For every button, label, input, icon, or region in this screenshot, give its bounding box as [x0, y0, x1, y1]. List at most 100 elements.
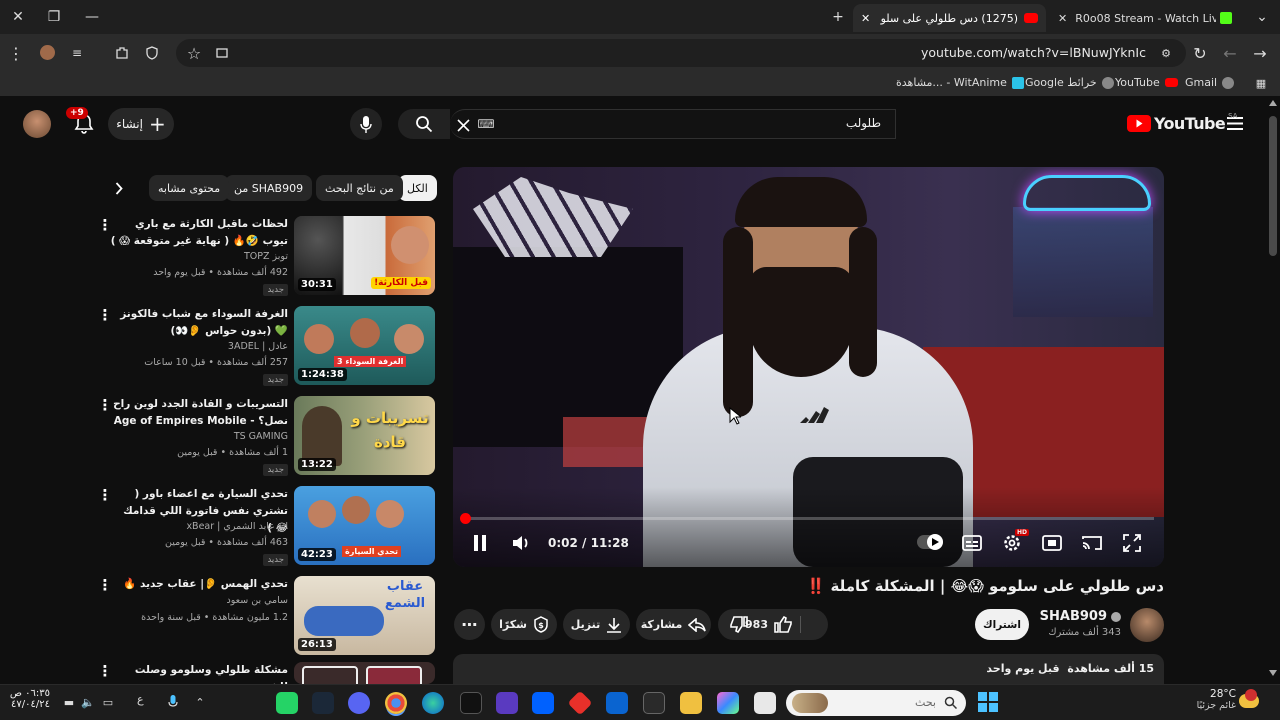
more-options-icon[interactable]: ⋮ — [98, 576, 113, 594]
progress-bar[interactable] — [460, 513, 1154, 524]
channel-name[interactable]: عادل | 3ADEL — [228, 341, 288, 352]
video-title[interactable]: الغرفة السوداء مع شباب فالكونز 💚 (بدون ح… — [108, 306, 288, 340]
taskbar-app-store-icon[interactable] — [643, 692, 665, 714]
video-title[interactable]: تحدي الهمس 👂| عقاب جديد 🔥 — [108, 576, 288, 593]
taskbar-app-copilot-icon[interactable] — [717, 692, 739, 714]
channel-name[interactable]: SHAB909 — [1040, 609, 1107, 624]
share-button[interactable]: مشاركة — [636, 609, 711, 640]
scroll-thumb[interactable] — [1269, 116, 1277, 256]
chip-all[interactable]: الكل — [398, 175, 437, 201]
channel-name-row[interactable]: SHAB909 — [1040, 609, 1121, 624]
reload-icon[interactable]: ↻ — [1192, 44, 1208, 63]
install-app-icon[interactable] — [214, 45, 230, 61]
video-thumbnail[interactable]: تحدي السيارة 42:23 — [294, 486, 435, 565]
list-item[interactable]: الغرفة السوداء 3 1:24:38 الغرفة السوداء … — [95, 306, 435, 388]
list-item[interactable]: مشكلة طلولي وسلومو وصلت للشتم ومين ⋮ — [95, 662, 435, 684]
channel-name[interactable]: ابو عابد الشمري | xBear — [186, 521, 288, 532]
chip-search-results[interactable]: من نتائج البحث — [316, 175, 403, 201]
taskbar-app-files-icon[interactable] — [754, 692, 776, 714]
input-language[interactable]: ع — [137, 693, 144, 706]
tray-battery-icon[interactable]: ▬ — [60, 694, 78, 710]
bookmark-youtube[interactable]: YouTube — [1115, 76, 1178, 89]
video-player[interactable]: 0:02 / 11:28 HD — [453, 167, 1164, 567]
maximize-window-icon[interactable]: ❐ — [36, 0, 72, 34]
taskbar-app-chrome-icon[interactable] — [385, 692, 407, 714]
taskbar-app-outlook-icon[interactable] — [606, 692, 628, 714]
weather-text[interactable]: 28°C غائم جزئيًا — [1197, 688, 1236, 711]
youtube-logo[interactable]: YouTube SA — [1127, 112, 1238, 133]
menu-dots-icon[interactable]: ⋮ — [8, 44, 24, 63]
subscribe-button[interactable]: اشتراك — [975, 609, 1029, 640]
taskbar-app-explorer-icon[interactable] — [680, 692, 702, 714]
volume-button[interactable] — [511, 533, 533, 553]
fullscreen-button[interactable] — [1121, 533, 1143, 553]
progress-knob[interactable] — [460, 513, 472, 524]
new-tab-icon[interactable]: + — [820, 0, 856, 34]
miniplayer-button[interactable] — [1041, 534, 1063, 552]
page-scrollbar[interactable] — [1266, 96, 1280, 684]
description-box[interactable]: 15 ألف مشاهدة قبل يوم واحد — [453, 654, 1164, 684]
weather-widget[interactable] — [1236, 689, 1262, 715]
cast-button[interactable] — [1081, 534, 1103, 552]
tab-stream[interactable]: ✕ R0o08 Stream - Watch Live on — [1050, 4, 1240, 32]
taskbar-app-edge-icon[interactable] — [422, 692, 444, 714]
channel-name[interactable]: سامي بن سعود — [227, 595, 288, 606]
reading-list-icon[interactable]: ≡ — [69, 44, 85, 62]
scroll-down-icon[interactable] — [1269, 670, 1277, 676]
chip-from-channel[interactable]: من SHAB909 — [225, 175, 313, 201]
more-options-icon[interactable]: ⋮ — [98, 306, 113, 324]
more-options-icon[interactable]: ⋮ — [98, 396, 113, 414]
channel-name[interactable]: توبز TOPZ — [244, 251, 288, 262]
tab-search-icon[interactable]: ⌄ — [1244, 0, 1280, 34]
more-options-icon[interactable]: ⋮ — [98, 662, 113, 680]
taskbar-app-whatsapp-icon[interactable] — [276, 692, 298, 714]
video-thumbnail[interactable]: عقاب الشمع 26:13 — [294, 576, 435, 655]
chips-next-icon[interactable] — [110, 178, 128, 198]
tray-mic-icon[interactable] — [165, 693, 181, 711]
search-input[interactable]: طلولب ⌨ — [450, 109, 896, 139]
list-item[interactable]: تحدي السيارة 42:23 تحدي السيارة مع اعضاء… — [95, 486, 435, 568]
bookmark-star-icon[interactable]: ☆ — [186, 44, 202, 63]
subtitles-button[interactable] — [961, 534, 983, 552]
close-window-icon[interactable]: ✕ — [0, 0, 36, 34]
autoplay-toggle[interactable] — [917, 534, 943, 550]
extensions-icon[interactable] — [114, 44, 130, 62]
thanks-button[interactable]: شكرًا $ — [491, 609, 557, 640]
tab-close-icon[interactable]: ✕ — [861, 12, 870, 25]
search-button[interactable] — [398, 109, 450, 139]
bookmark-gmail[interactable]: Gmail — [1185, 76, 1235, 89]
video-title[interactable]: مشكلة طلولي وسلومو وصلت للشتم ومين — [108, 662, 288, 684]
clear-search-icon[interactable] — [454, 116, 472, 134]
taskbar-app-red-diamond-icon[interactable] — [567, 690, 593, 716]
account-avatar[interactable] — [23, 110, 51, 138]
bookmark-maps[interactable]: خرائط Google — [1025, 76, 1114, 89]
list-item[interactable]: عقاب الشمع 26:13 تحدي الهمس 👂| عقاب جديد… — [95, 576, 435, 658]
more-options-icon[interactable]: ⋮ — [98, 216, 113, 234]
video-thumbnail[interactable]: قبل الكارثة! 30:31 — [294, 216, 435, 295]
url-text[interactable]: youtube.com/watch?v=lBNuwJYknIc — [921, 45, 1146, 60]
channel-avatar[interactable] — [1130, 608, 1164, 642]
taskbar-app-discord-icon[interactable] — [348, 692, 370, 714]
bookmark-witanime[interactable]: مشاهدة... - WitAnime — [896, 76, 1024, 89]
taskbar-app-dropbox-icon[interactable] — [532, 692, 554, 714]
back-icon[interactable]: → — [1252, 44, 1268, 63]
like-button[interactable]: 983 — [745, 616, 801, 633]
omnibox[interactable]: ☆ youtube.com/watch?v=lBNuwJYknIc ⚙ — [176, 39, 1186, 67]
keyboard-icon[interactable]: ⌨ — [477, 117, 494, 131]
shield-icon[interactable] — [144, 44, 160, 62]
all-bookmarks-icon[interactable]: ▦ — [1254, 75, 1268, 91]
voice-search-button[interactable] — [350, 108, 382, 140]
more-options-icon[interactable]: ⋮ — [98, 486, 113, 504]
settings-button[interactable]: HD — [1001, 529, 1029, 553]
video-thumbnail[interactable] — [294, 662, 435, 684]
chip-related[interactable]: محتوى مشابه — [149, 175, 230, 201]
notifications-button[interactable]: +9 — [66, 107, 96, 136]
taskbar-app-steam-icon[interactable] — [312, 692, 334, 714]
minimize-window-icon[interactable]: — — [74, 0, 110, 34]
list-item[interactable]: قبل الكارثة! 30:31 لحظات ماقبل الكارثة م… — [95, 216, 435, 298]
tray-volume-icon[interactable]: 🔈 — [80, 694, 96, 710]
list-item[interactable]: تسريبات و قادة 13:22 التسريبات و القادة … — [95, 396, 435, 478]
video-thumbnail[interactable]: الغرفة السوداء 3 1:24:38 — [294, 306, 435, 385]
video-title[interactable]: التسريبات و القادة الجدد لوين راح نصل؟ -… — [108, 396, 288, 430]
site-info-icon[interactable]: ⚙ — [1158, 45, 1174, 61]
